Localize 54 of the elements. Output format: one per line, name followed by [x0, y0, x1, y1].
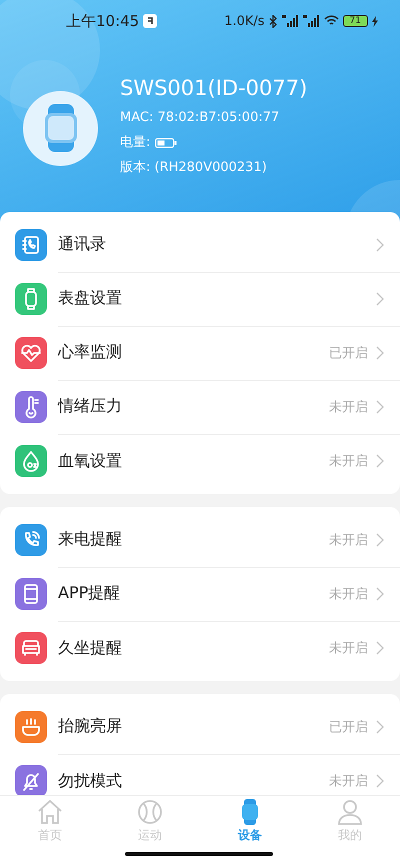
item-label: 心率监测: [58, 342, 123, 363]
status-text: 已开启: [329, 344, 368, 362]
settings-item[interactable]: APP提醒 未开启: [0, 567, 400, 621]
chevron-right-icon: [376, 292, 384, 306]
settings-item[interactable]: 表盘设置: [0, 272, 400, 326]
settings-item[interactable]: 久坐提醒 未开启: [0, 621, 400, 675]
chevron-right-icon: [376, 774, 384, 788]
network-speed: 1.0K/s: [224, 14, 265, 28]
battery-label: 电量:: [120, 134, 150, 152]
item-label: 血氧设置: [58, 450, 123, 472]
status-text: 未开启: [329, 586, 368, 602]
status-text: 未开启: [329, 453, 368, 470]
ball-icon: [136, 798, 164, 826]
chevron-right-icon: [376, 400, 384, 414]
settings-item[interactable]: 心率监测 已开启: [0, 326, 400, 380]
settings-item[interactable]: 血氧设置 未开启: [0, 434, 400, 488]
chevron-right-icon: [376, 720, 384, 734]
mac-address: MAC: 78:02:B7:05:00:77: [120, 109, 280, 127]
chevron-right-icon: [376, 641, 384, 655]
item-label: 抬腕亮屏: [58, 716, 123, 737]
firmware-version: 版本: (RH280V000231): [120, 159, 268, 177]
settings-item[interactable]: 抬腕亮屏 已开启: [0, 700, 400, 754]
status-time: 上午10:45: [66, 12, 140, 30]
chevron-right-icon: [376, 532, 384, 546]
status-text: 已开启: [329, 718, 368, 736]
battery-icon: [155, 138, 178, 148]
item-label: 情绪压力: [58, 396, 123, 417]
chevron-right-icon: [376, 238, 384, 252]
charging-icon: [372, 16, 378, 26]
home-icon: [36, 798, 64, 826]
status-text: 未开启: [329, 773, 368, 790]
chevron-right-icon: [376, 454, 384, 468]
device-name: SWS001(ID-0077): [120, 76, 308, 100]
item-label: 久坐提醒: [58, 638, 123, 658]
chevron-right-icon: [376, 346, 384, 360]
item-label: 通讯录: [58, 234, 107, 255]
bluetooth-icon: [268, 14, 278, 28]
item-label: APP提醒: [58, 583, 122, 604]
chevron-right-icon: [376, 586, 384, 600]
settings-item[interactable]: 来电提醒 未开启: [0, 513, 400, 567]
wifi-icon: [324, 15, 339, 27]
signal-icon: [282, 15, 299, 27]
status-text: 未开启: [329, 640, 368, 657]
item-label: 勿扰模式: [58, 770, 123, 792]
status-text: 未开启: [329, 532, 368, 548]
battery-indicator: 71: [342, 15, 368, 27]
settings-item[interactable]: 情绪压力 未开启: [0, 380, 400, 434]
app-notification-icon: [143, 14, 158, 28]
item-label: 来电提醒: [58, 529, 123, 550]
status-text: 未开启: [329, 398, 368, 416]
person-icon: [336, 798, 364, 826]
signal-icon: [302, 15, 320, 27]
item-label: 表盘设置: [58, 288, 123, 309]
settings-item[interactable]: 通讯录: [0, 218, 400, 272]
